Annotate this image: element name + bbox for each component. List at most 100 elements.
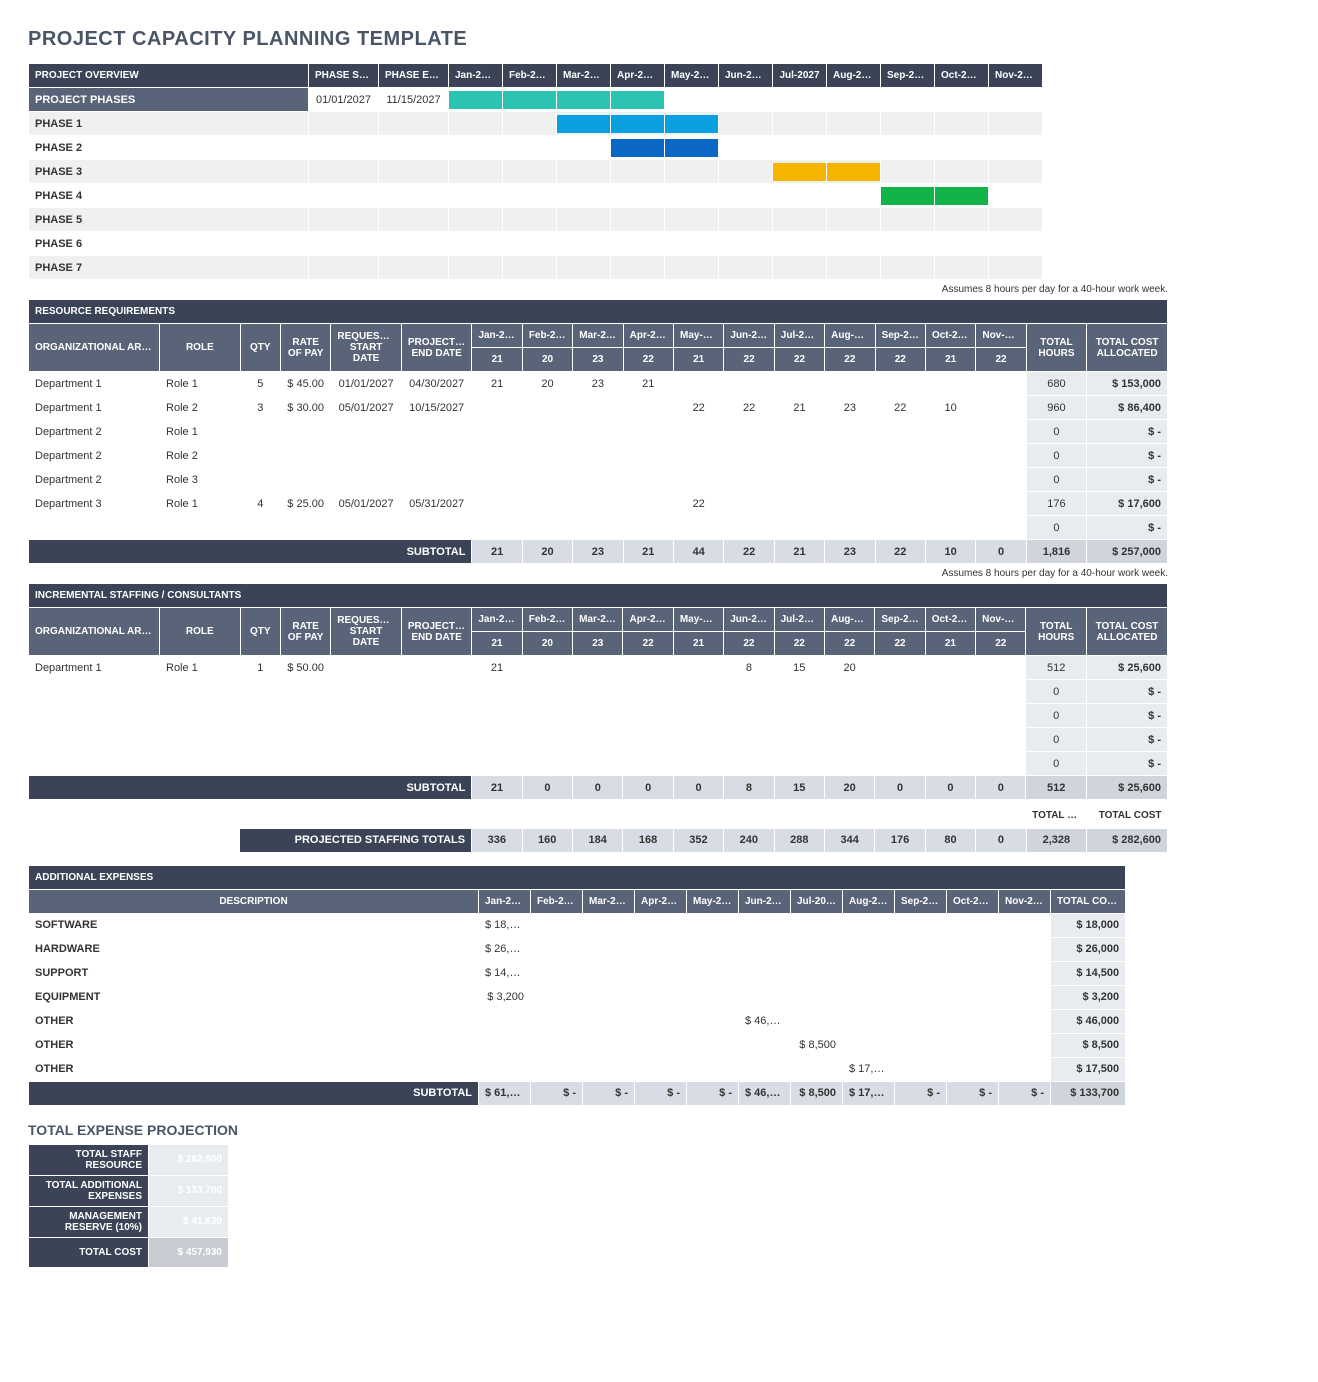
- table-row: Department 1Role 15$ 45.0001/01/202704/3…: [29, 372, 1168, 396]
- proj-staff-val: 344: [824, 828, 874, 852]
- expense-row: SUPPORT$ 14,500$ 14,500: [29, 961, 1126, 985]
- cell: [331, 752, 402, 776]
- expenses-header: ADDITIONAL EXPENSES: [29, 865, 1126, 889]
- month-cell: [472, 396, 522, 420]
- expense-month-cell: [479, 1009, 531, 1033]
- gantt-cell: [503, 136, 557, 160]
- table-row: 0$ -: [29, 704, 1168, 728]
- incremental-cols-row: ORGANIZATIONAL AREA ROLE QTY RATE OF PAY…: [29, 608, 1168, 632]
- expense-row: SOFTWARE$ 18,000$ 18,000: [29, 913, 1126, 937]
- month-cell: [573, 728, 623, 752]
- expense-month-cell: [895, 937, 947, 961]
- month-cell: [825, 468, 875, 492]
- total-label: TOTAL COST: [29, 1237, 149, 1267]
- total-label: TOTAL STAFF RESOURCE: [29, 1144, 149, 1175]
- month-cell: 20: [824, 656, 874, 680]
- expense-month-cell: $ 18,000: [479, 913, 531, 937]
- month-cell: [925, 420, 975, 444]
- month-cell: [925, 516, 975, 540]
- total-value: $ 41,630: [149, 1206, 229, 1237]
- total-hours-cell: 0: [1026, 680, 1086, 704]
- gantt-cell: [557, 112, 611, 136]
- cell: [331, 468, 402, 492]
- month-header: Mar-2027: [583, 889, 635, 913]
- total-cost-cell: $ -: [1087, 420, 1168, 444]
- subtotal-val: 20: [522, 540, 572, 564]
- expense-month-cell: [635, 1057, 687, 1081]
- month-cell: [875, 468, 925, 492]
- subtotal-val: 0: [976, 776, 1026, 800]
- month-header: May-2027: [665, 64, 719, 88]
- overview-header-row: PROJECT OVERVIEW PHASE START PHASE END J…: [29, 64, 1043, 88]
- expense-month-cell: [635, 1009, 687, 1033]
- subtotal-val: $ 61,700: [479, 1081, 531, 1105]
- expense-month-cell: [895, 1009, 947, 1033]
- cell: Role 2: [160, 444, 241, 468]
- expense-month-cell: [843, 961, 895, 985]
- total-hours-label: TOTAL HOURS: [1026, 804, 1087, 828]
- month-header: Oct-2027: [925, 608, 975, 632]
- month-cell: [774, 420, 824, 444]
- proj-staff-table: TOTAL HOURS TOTAL COST PROJECTED STAFFIN…: [28, 804, 1168, 853]
- total-cost-cell: $ 153,000: [1087, 372, 1168, 396]
- month-cell: [724, 444, 774, 468]
- month-cell: [875, 492, 925, 516]
- cell: [331, 516, 402, 540]
- cell: [331, 444, 402, 468]
- subtotal-val: 21: [472, 776, 522, 800]
- month-header: Apr-2027: [623, 608, 673, 632]
- cell: Department 2: [29, 420, 160, 444]
- expense-month-cell: [843, 913, 895, 937]
- month-cell: [774, 516, 824, 540]
- days-header: 22: [623, 632, 673, 656]
- gantt-cell: [557, 136, 611, 160]
- subtotal-cost: $ 133,700: [1051, 1081, 1126, 1105]
- proj-staff-val: 168: [623, 828, 673, 852]
- cell: 4: [240, 492, 280, 516]
- cell: [280, 516, 330, 540]
- table-row: Department 3Role 14$ 25.0005/01/202705/3…: [29, 492, 1168, 516]
- expense-desc: SUPPORT: [29, 961, 479, 985]
- expense-month-cell: [635, 985, 687, 1009]
- expense-total-cell: $ 8,500: [1051, 1033, 1126, 1057]
- month-cell: [875, 752, 925, 776]
- table-row: 0$ -: [29, 728, 1168, 752]
- month-cell: [573, 420, 623, 444]
- month-cell: [724, 516, 774, 540]
- total-hours-cell: 0: [1026, 444, 1086, 468]
- gantt-cell: [989, 88, 1043, 112]
- total-label: TOTAL ADDITIONAL EXPENSES: [29, 1175, 149, 1206]
- col-req: REQUESTED START DATE: [331, 324, 402, 372]
- month-cell: [976, 516, 1026, 540]
- cell: [331, 680, 402, 704]
- cell: $ 45.00: [280, 372, 330, 396]
- gantt-cell: [719, 112, 773, 136]
- table-row: Department 1Role 23$ 30.0005/01/202710/1…: [29, 396, 1168, 420]
- gantt-cell: [827, 184, 881, 208]
- month-header: Jul-2027: [773, 64, 827, 88]
- month-header: Mar-2027: [573, 324, 623, 348]
- cell: 05/31/2027: [401, 492, 472, 516]
- expense-row: OTHER$ 46,000$ 46,000: [29, 1009, 1126, 1033]
- month-cell: [976, 728, 1026, 752]
- days-header: 21: [472, 632, 522, 656]
- expense-month-cell: [947, 913, 999, 937]
- month-cell: [522, 492, 572, 516]
- gantt-cell: [881, 184, 935, 208]
- cell: [29, 752, 160, 776]
- gantt-cell: [611, 112, 665, 136]
- subtotal-val: 23: [825, 540, 875, 564]
- cell: [240, 704, 280, 728]
- expenses-cols-row: DESCRIPTION Jan-2027 Feb-2027 Mar-2027 A…: [29, 889, 1126, 913]
- expense-month-cell: [687, 961, 739, 985]
- subtotal-val: 21: [623, 540, 673, 564]
- expense-month-cell: $ 14,500: [479, 961, 531, 985]
- cell: [160, 704, 241, 728]
- expense-month-cell: [687, 913, 739, 937]
- expense-desc: OTHER: [29, 1033, 479, 1057]
- gantt-cell: [503, 112, 557, 136]
- month-header: Aug-2027: [824, 608, 874, 632]
- phase-end-header: PHASE END: [379, 64, 449, 88]
- cell: [401, 680, 472, 704]
- month-cell: [774, 372, 824, 396]
